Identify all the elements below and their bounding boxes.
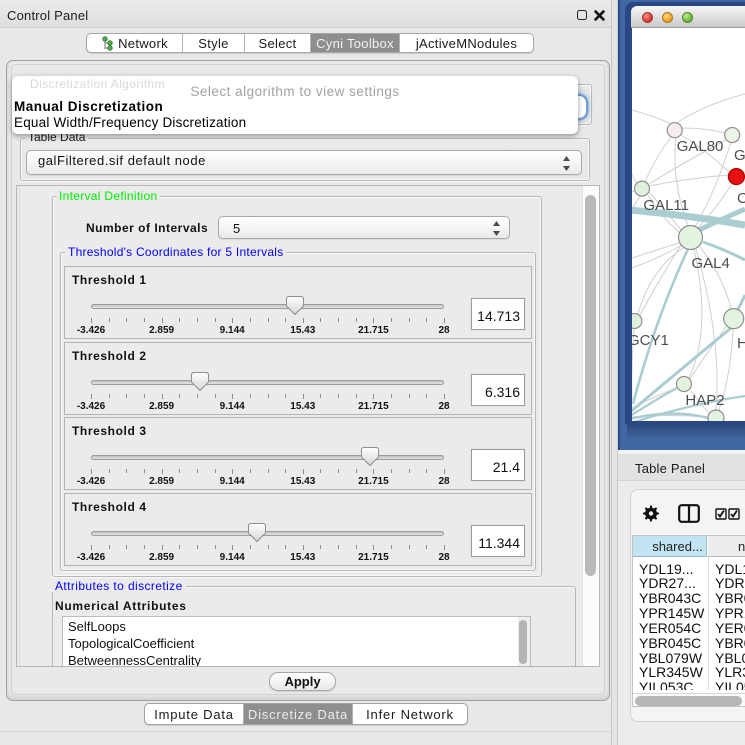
svg-text:HAP2: HAP2 bbox=[685, 392, 724, 409]
svg-text:GA: GA bbox=[734, 147, 745, 164]
svg-text:C: C bbox=[737, 190, 745, 207]
svg-text:H: H bbox=[737, 335, 745, 352]
svg-text:GAL11: GAL11 bbox=[643, 197, 689, 214]
svg-text:GAL80: GAL80 bbox=[677, 138, 724, 155]
svg-text:GAL4: GAL4 bbox=[692, 255, 730, 272]
svg-text:GCY1: GCY1 bbox=[632, 332, 669, 349]
